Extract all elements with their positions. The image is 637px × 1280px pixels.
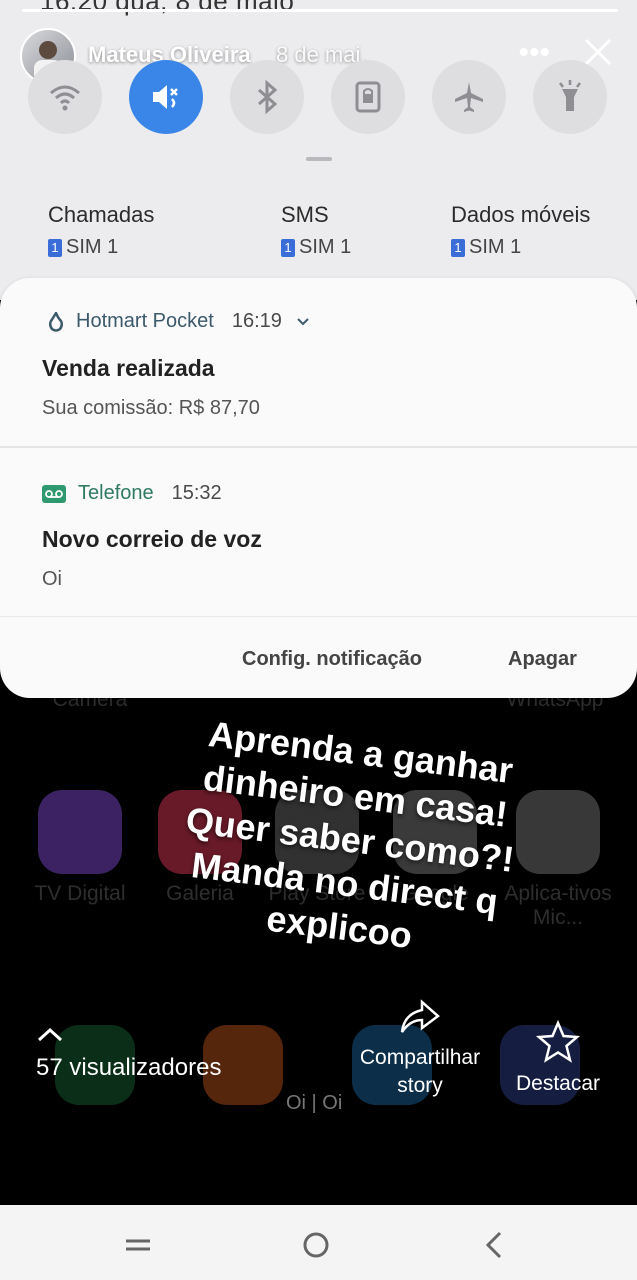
notification-panel: Hotmart Pocket 16:19 Venda realizada Sua… (0, 278, 637, 698)
sim-badge: 1 (281, 238, 295, 257)
sim-setting-value: SIM 1 (66, 236, 119, 258)
chevron-down-icon[interactable] (296, 317, 310, 327)
sound-tile[interactable] (129, 60, 203, 134)
bluetooth-tile[interactable] (230, 60, 304, 134)
notification-hotmart[interactable]: Hotmart Pocket 16:19 Venda realizada Sua… (0, 278, 637, 446)
sim-setting-calls[interactable]: Chamadas 1 SIM 1 (48, 202, 154, 259)
sim-setting-mobile-data[interactable]: Dados móveis 1 SIM 1 (451, 202, 590, 259)
notification-settings-button[interactable]: Config. notificação (242, 648, 422, 671)
sim-setting-value: SIM 1 (299, 236, 352, 258)
portrait-lock-tile[interactable] (331, 60, 405, 134)
sim-setting-value: SIM 1 (469, 236, 522, 258)
sound-mute-icon (153, 85, 178, 109)
shade-drag-handle[interactable] (306, 157, 332, 161)
home-app-tv-digital[interactable]: TV Digital (25, 790, 135, 906)
highlight-button[interactable]: Destacar (500, 1072, 616, 1096)
flashlight-tile[interactable] (533, 60, 607, 134)
notification-time: 15:32 (171, 482, 222, 504)
home-app-label: TV Digital (34, 882, 126, 905)
airplane-icon (455, 82, 483, 112)
notification-body: Sua comissão: R$ 87,70 (42, 397, 260, 419)
clear-notifications-button[interactable]: Apagar (508, 648, 577, 671)
share-icon[interactable] (398, 996, 442, 1036)
notification-telefone[interactable]: Telefone 15:32 Novo correio de voz Oi (0, 448, 637, 616)
viewers-count-button[interactable]: 57 visualizadores (36, 1054, 221, 1082)
wifi-icon (50, 85, 80, 111)
voicemail-icon (42, 484, 66, 503)
flame-icon (48, 311, 64, 332)
notification-title: Venda realizada (42, 355, 215, 381)
notification-body: Oi (42, 568, 62, 590)
recent-apps-icon[interactable] (118, 1225, 158, 1265)
sim-setting-sms[interactable]: SMS 1 SIM 1 (281, 202, 351, 259)
navigation-bar (0, 1205, 637, 1280)
story-header: Mateus Oliveira 8 de mai. ••• (20, 28, 620, 84)
back-icon[interactable] (474, 1225, 514, 1265)
bluetooth-icon (258, 79, 278, 115)
sim-setting-title: Chamadas (48, 202, 155, 227)
wifi-tile[interactable] (28, 60, 102, 134)
star-icon[interactable] (536, 1020, 580, 1064)
story-progress-bar (22, 9, 618, 12)
tv-icon (38, 790, 122, 874)
notification-app-name: Hotmart Pocket (76, 310, 214, 332)
portrait-lock-icon (355, 81, 381, 113)
status-icons (517, 0, 597, 15)
more-options-icon[interactable]: ••• (518, 36, 550, 70)
notification-app-name: Telefone (78, 482, 154, 504)
sim-badge: 1 (451, 238, 465, 257)
sim-badge: 1 (48, 238, 62, 257)
sim-setting-title: SMS (281, 202, 329, 227)
airplane-tile[interactable] (432, 60, 506, 134)
share-story-button[interactable]: Compartilhar story (340, 1044, 500, 1100)
home-icon[interactable] (296, 1225, 336, 1265)
story-bottom-bar: 57 visualizadores Compartilhar story Des… (0, 999, 637, 1130)
story-progress-fill (22, 9, 618, 12)
chevron-up-icon[interactable] (36, 1026, 64, 1044)
flashlight-icon (559, 80, 581, 111)
story-overlay-text: Aprenda a ganhar dinheiro em casa! Quer … (183, 713, 517, 957)
notification-time: 16:19 (231, 310, 282, 332)
sim-setting-title: Dados móveis (451, 202, 591, 227)
notification-title: Novo correio de voz (42, 526, 262, 552)
notification-actions-divider (0, 616, 637, 617)
